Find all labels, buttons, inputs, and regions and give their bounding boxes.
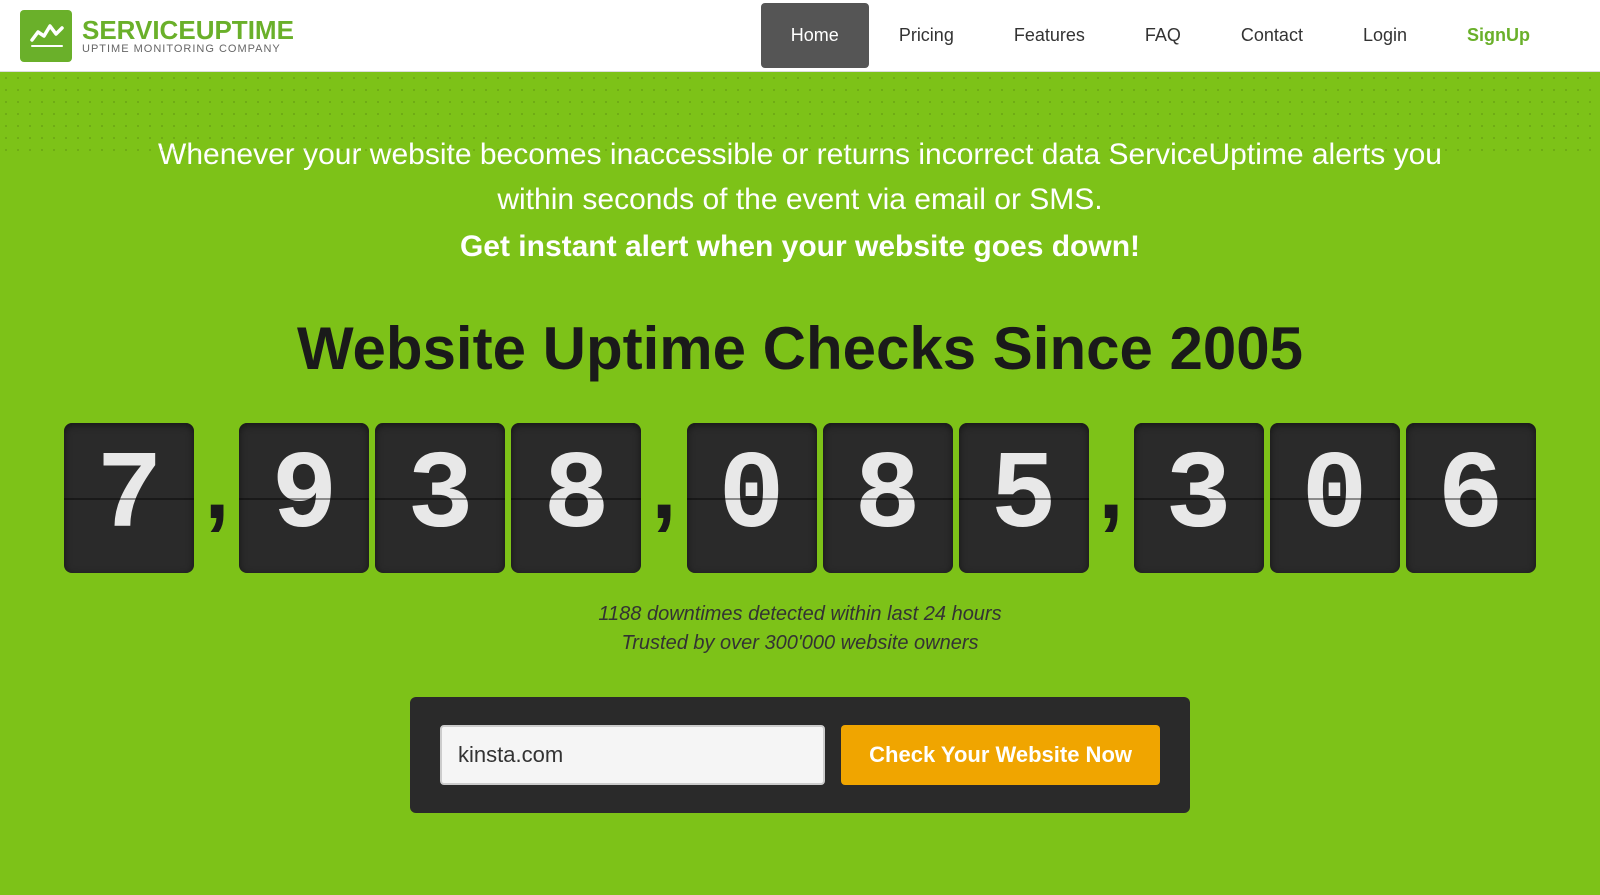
nav-contact[interactable]: Contact	[1211, 3, 1333, 68]
digit-8b: 8	[823, 423, 953, 573]
nav-login[interactable]: Login	[1333, 3, 1437, 68]
hero-description: Whenever your website becomes inaccessib…	[150, 132, 1450, 222]
comma-3: ,	[1099, 443, 1124, 553]
digit-0a: 0	[687, 423, 817, 573]
brand-tagline: UPTIME MONITORING COMPANY	[82, 43, 294, 55]
navbar: SERVICEUPTIME UPTIME MONITORING COMPANY …	[0, 0, 1600, 72]
nav-signup[interactable]: SignUp	[1437, 3, 1560, 68]
counter-row: 7 , 9 3 8 , 0 8 5 , 3 0 6	[64, 423, 1535, 573]
digit-3: 3	[375, 423, 505, 573]
comma-2: ,	[651, 443, 676, 553]
nav-faq[interactable]: FAQ	[1115, 3, 1211, 68]
stats-downtimes: 1188 downtimes detected within last 24 h…	[598, 603, 1001, 626]
digit-9: 9	[239, 423, 369, 573]
hero-section: Whenever your website becomes inaccessib…	[0, 72, 1600, 895]
counter-title: Website Uptime Checks Since 2005	[297, 314, 1303, 383]
nav-links: Home Pricing Features FAQ Contact Login …	[761, 3, 1560, 68]
digit-0b: 0	[1270, 423, 1400, 573]
brand-name: SERVICEUPTIME	[82, 17, 294, 43]
digit-8: 8	[511, 423, 641, 573]
stats-trusted: Trusted by over 300'000 website owners	[622, 632, 979, 655]
nav-features[interactable]: Features	[984, 3, 1115, 68]
nav-home[interactable]: Home	[761, 3, 869, 68]
digit-7: 7	[64, 423, 194, 573]
check-website-button[interactable]: Check Your Website Now	[841, 725, 1160, 785]
digit-3b: 3	[1134, 423, 1264, 573]
logo-text: SERVICEUPTIME UPTIME MONITORING COMPANY	[82, 17, 294, 55]
nav-pricing[interactable]: Pricing	[869, 3, 984, 68]
comma-1: ,	[204, 443, 229, 553]
search-container: Check Your Website Now	[410, 697, 1190, 813]
logo: SERVICEUPTIME UPTIME MONITORING COMPANY	[20, 10, 294, 62]
hero-cta-text: Get instant alert when your website goes…	[460, 230, 1140, 264]
website-input[interactable]	[440, 725, 825, 785]
digit-6: 6	[1406, 423, 1536, 573]
digit-5: 5	[959, 423, 1089, 573]
logo-icon	[20, 10, 72, 62]
